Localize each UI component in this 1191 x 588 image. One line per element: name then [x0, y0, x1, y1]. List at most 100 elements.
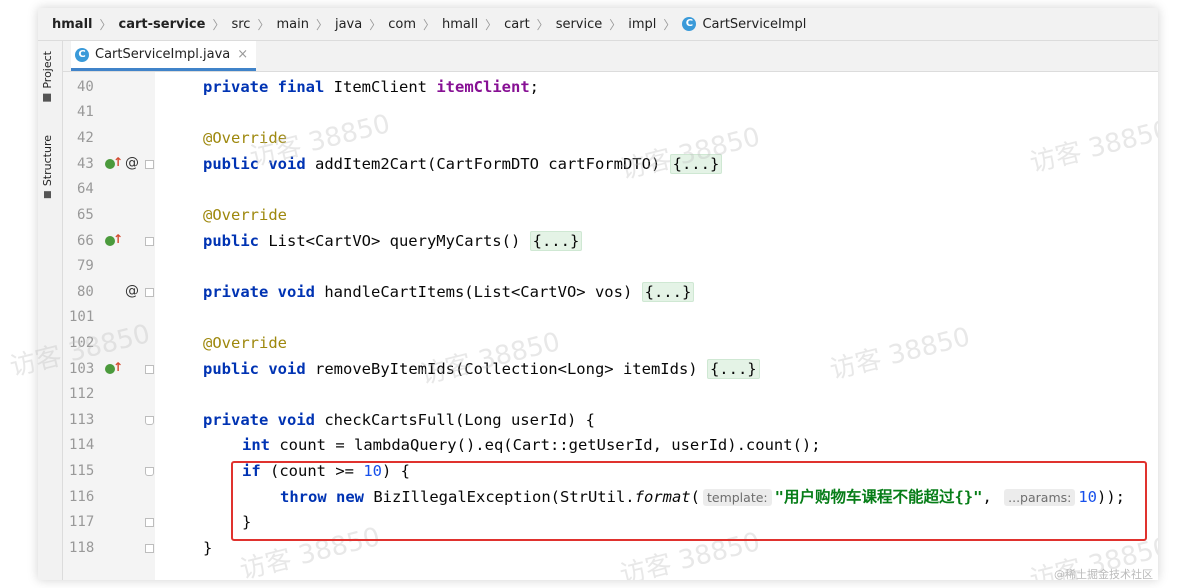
- folded-code-block[interactable]: {...}: [641, 282, 695, 302]
- breadcrumb-item[interactable]: main: [276, 17, 308, 32]
- fold-icon[interactable]: [145, 416, 154, 425]
- code-line-66: public List<CartVO> queryMyCarts() {...}: [203, 229, 583, 254]
- code-line-103: public void removeByItemIds(Collection<L…: [203, 357, 760, 382]
- breadcrumb-item[interactable]: java: [335, 17, 362, 32]
- gutter-row: 103 ↑: [63, 357, 155, 382]
- code-text: handleCartItems(List<CartVO> vos): [315, 283, 642, 301]
- fold-icon[interactable]: [145, 518, 154, 527]
- line-number: 43: [77, 156, 94, 172]
- line-number: 118: [69, 540, 95, 556]
- chevron-right-icon: 〉: [485, 17, 498, 32]
- highlight-box: [231, 461, 1147, 541]
- code-keyword: void: [268, 155, 306, 173]
- fold-icon[interactable]: [145, 288, 154, 297]
- code-keyword: public: [203, 360, 259, 378]
- project-tool-tab[interactable]: Project: [41, 51, 54, 102]
- chevron-right-icon: 〉: [369, 17, 382, 32]
- folder-icon: [43, 93, 52, 102]
- gutter-row: 117: [63, 510, 155, 535]
- fold-icon[interactable]: [145, 160, 154, 169]
- line-number: 65: [77, 207, 94, 223]
- up-arrow-icon: ↑: [113, 155, 124, 169]
- fold-icon[interactable]: [145, 467, 154, 476]
- structure-tool-tab[interactable]: Structure: [41, 135, 54, 199]
- breadcrumb-item[interactable]: cart-service: [119, 17, 206, 32]
- code-line-40: private final ItemClient itemClient;: [203, 75, 539, 100]
- code-text: addItem2Cart(CartFormDTO cartFormDTO): [305, 155, 670, 173]
- line-number: 42: [77, 130, 94, 146]
- line-number: 114: [69, 437, 95, 453]
- chevron-right-icon: 〉: [609, 17, 622, 32]
- editor-gutter: 40 41 42 43 ↑ @ 64 65 66 ↑ 79 80 @ 101 1…: [63, 72, 156, 580]
- code-field: itemClient: [436, 78, 530, 96]
- gutter-row: 118: [63, 536, 155, 561]
- breadcrumb-item[interactable]: impl: [628, 17, 656, 32]
- line-number: 101: [69, 309, 95, 325]
- line-number: 79: [77, 258, 94, 274]
- line-number: 112: [69, 386, 95, 402]
- breadcrumb-item[interactable]: hmall: [52, 17, 93, 32]
- editor-tab-bar: C CartServiceImpl.java ×: [63, 41, 1158, 72]
- folded-code-block[interactable]: {...}: [706, 359, 760, 379]
- breadcrumb-class[interactable]: CartServiceImpl: [702, 17, 806, 32]
- line-number: 103: [69, 361, 95, 377]
- folded-code-block[interactable]: {...}: [529, 231, 583, 251]
- fold-icon[interactable]: [145, 544, 154, 553]
- gutter-row: 43 ↑ @: [63, 152, 155, 177]
- tab-label: CartServiceImpl.java: [95, 47, 231, 62]
- breadcrumb-item[interactable]: cart: [504, 17, 530, 32]
- gutter-row: 80 @: [63, 280, 155, 305]
- structure-tool-label: Structure: [41, 135, 54, 187]
- code-text: count = lambdaQuery().eq(Cart::getUserId…: [270, 436, 821, 454]
- breadcrumb-item[interactable]: service: [556, 17, 603, 32]
- folded-code-block[interactable]: {...}: [669, 154, 723, 174]
- code-line-42: @Override: [203, 129, 287, 147]
- fold-icon[interactable]: [145, 237, 154, 246]
- code-keyword: void: [277, 283, 315, 301]
- chevron-right-icon: 〉: [536, 17, 549, 32]
- code-text: List<CartVO> queryMyCarts(): [259, 232, 530, 250]
- code-line-102: @Override: [203, 334, 287, 352]
- line-number: 117: [69, 514, 95, 530]
- code-line-65: @Override: [203, 206, 287, 224]
- line-number: 40: [77, 79, 94, 95]
- annotation-icon[interactable]: @: [125, 155, 139, 171]
- chevron-right-icon: 〉: [422, 17, 435, 32]
- code-keyword: private: [203, 411, 269, 429]
- line-number: 41: [77, 104, 94, 120]
- gutter-row: 66 ↑: [63, 229, 155, 254]
- tool-window-strip: Project Structure: [38, 41, 63, 580]
- code-keyword: void: [277, 411, 315, 429]
- line-number: 66: [77, 233, 94, 249]
- code-keyword: int: [242, 436, 270, 454]
- tab-cartserviceimpl[interactable]: C CartServiceImpl.java ×: [71, 41, 257, 71]
- code-keyword: public: [203, 155, 259, 173]
- breadcrumb-item[interactable]: hmall: [442, 17, 478, 32]
- line-number: 116: [69, 489, 95, 505]
- code-line-114: int count = lambdaQuery().eq(Cart::getUs…: [242, 433, 821, 458]
- breadcrumb-item[interactable]: com: [388, 17, 416, 32]
- code-keyword: void: [268, 360, 306, 378]
- code-text: removeByItemIds(Collection<Long> itemIds…: [305, 360, 707, 378]
- fold-icon[interactable]: [145, 365, 154, 374]
- line-number: 115: [69, 463, 95, 479]
- code-keyword: private: [203, 78, 269, 96]
- credit-text: @稀土掘金技术社区: [1054, 568, 1153, 581]
- chevron-right-icon: 〉: [663, 17, 676, 32]
- annotation-icon[interactable]: @: [125, 283, 139, 299]
- close-icon[interactable]: ×: [237, 47, 248, 62]
- code-line-118: }: [203, 539, 213, 557]
- gutter-row: 113: [63, 408, 155, 433]
- chevron-right-icon: 〉: [212, 17, 225, 32]
- class-icon: C: [75, 47, 89, 62]
- chevron-right-icon: 〉: [99, 17, 112, 32]
- code-text: checkCartsFull(Long userId) {: [315, 411, 595, 429]
- up-arrow-icon: ↑: [113, 232, 124, 246]
- breadcrumb-item[interactable]: src: [231, 17, 250, 32]
- code-keyword: final: [277, 78, 325, 96]
- code-text: ItemClient: [324, 78, 437, 96]
